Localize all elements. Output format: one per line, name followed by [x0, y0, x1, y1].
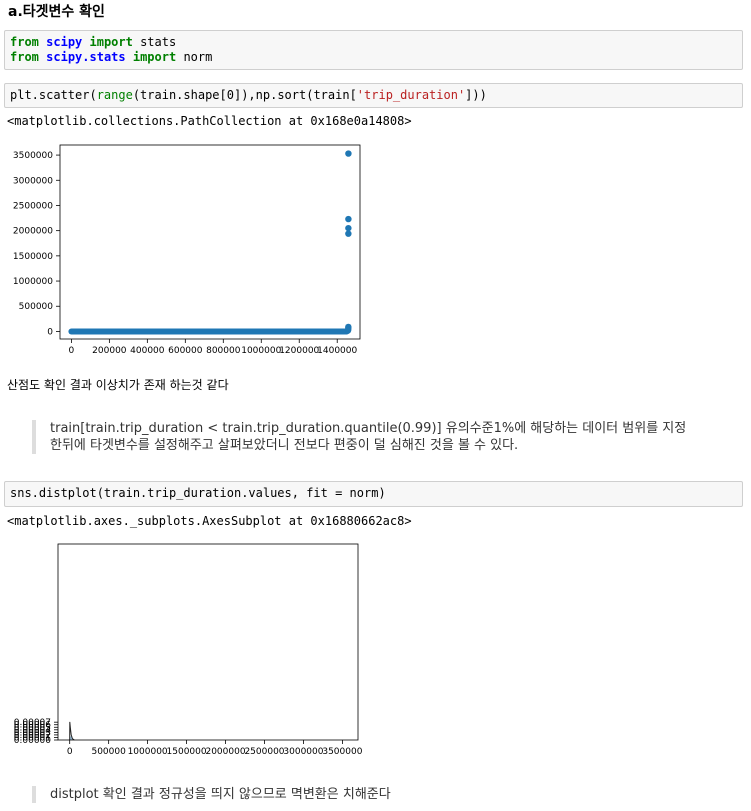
y-tick-label: 3000000 — [13, 176, 53, 186]
code-text: plt.scatter( — [10, 88, 97, 102]
x-tick-label: 0 — [67, 747, 73, 757]
keyword: from — [10, 50, 39, 64]
blockquote-line: train[train.trip_duration < train.trip_d… — [50, 421, 687, 436]
plot-frame — [59, 144, 361, 340]
scatter-point — [345, 230, 352, 237]
x-tick-label: 2000000 — [205, 747, 245, 757]
x-tick-label: 3000000 — [283, 747, 323, 757]
code-text: norm — [176, 50, 213, 64]
x-tick-label: 3500000 — [322, 747, 362, 757]
y-tick-label: 0 — [47, 327, 53, 337]
x-tick-label: 1500000 — [167, 747, 207, 757]
section-heading: a.타겟변수 확인 — [8, 4, 105, 20]
output-text: <matplotlib.axes._subplots.AxesSubplot a… — [7, 514, 412, 528]
scatter-baseline-band — [68, 328, 350, 335]
x-tick-label: 400000 — [130, 346, 165, 356]
blockquote-line: distplot 확인 결과 정규성을 띄지 않으므로 멱변환은 치해준다 — [50, 787, 391, 802]
y-tick-label: 2000000 — [13, 227, 53, 237]
string-literal: 'trip_duration' — [356, 88, 466, 102]
scatter-point — [345, 150, 352, 157]
y-tick-label: 1000000 — [13, 277, 53, 287]
blockquote: distplot 확인 결과 정규성을 띄지 않으므로 멱변환은 치해준다 — [32, 786, 391, 803]
y-tick-label: 0.00007 — [14, 718, 51, 728]
plot-frame — [57, 543, 359, 741]
x-tick-label: 2500000 — [244, 747, 284, 757]
x-tick-label: 1400000 — [317, 346, 357, 356]
x-tick-label: 800000 — [206, 346, 241, 356]
x-tick-label: 0 — [69, 346, 75, 356]
x-tick-label: 1000000 — [241, 346, 281, 356]
code-cell-distplot[interactable]: sns.distplot(train.trip_duration.values,… — [4, 481, 743, 507]
scatter-point — [345, 224, 352, 232]
markdown-text: 산점도 확인 결과 이상치가 존재 하는것 같다 — [7, 378, 229, 392]
module-name: scipy — [46, 35, 83, 49]
scatter-point — [345, 215, 352, 223]
x-tick-label: 600000 — [168, 346, 203, 356]
y-tick-label: 2500000 — [13, 201, 53, 211]
x-tick-label: 500000 — [91, 747, 126, 757]
keyword: import — [132, 50, 177, 64]
code-text: stats — [132, 35, 177, 49]
distplot-chart: 0 500000 100000015000002000000250000030000… — [14, 543, 363, 757]
builtin-function: range — [96, 88, 133, 102]
y-tick-label: 3500000 — [13, 151, 53, 161]
keyword: from — [10, 35, 39, 49]
code-text: ])) — [465, 88, 487, 102]
blockquote: train[train.trip_duration < train.trip_d… — [32, 420, 686, 454]
x-tick-label: 1000000 — [128, 747, 168, 757]
x-tick-label: 1200000 — [279, 346, 319, 356]
output-text: <matplotlib.collections.PathCollection a… — [7, 114, 412, 128]
y-tick-label: 1500000 — [13, 252, 53, 262]
code-cell-imports[interactable]: from scipy import stats from scipy.stats… — [4, 30, 743, 70]
code-text: sns.distplot(train.trip_duration.values,… — [10, 486, 386, 500]
module-name: scipy.stats — [46, 50, 126, 64]
keyword: import — [89, 35, 133, 49]
code-text: (train.shape[0]),np.sort(train[ — [132, 88, 357, 102]
blockquote-line: 한뒤에 타겟변수를 설정해주고 살펴보았더니 전보다 편중이 덜 심해진 것을 … — [50, 438, 519, 453]
scatter-point — [345, 323, 352, 331]
y-tick-label: 500000 — [19, 302, 54, 312]
scatter-chart: 0 200000 400000 600000 800000 100000012000001… — [13, 144, 361, 356]
x-tick-label: 200000 — [92, 346, 127, 356]
code-cell-scatter[interactable]: plt.scatter(range(train.shape[0]),np.sor… — [4, 83, 743, 108]
